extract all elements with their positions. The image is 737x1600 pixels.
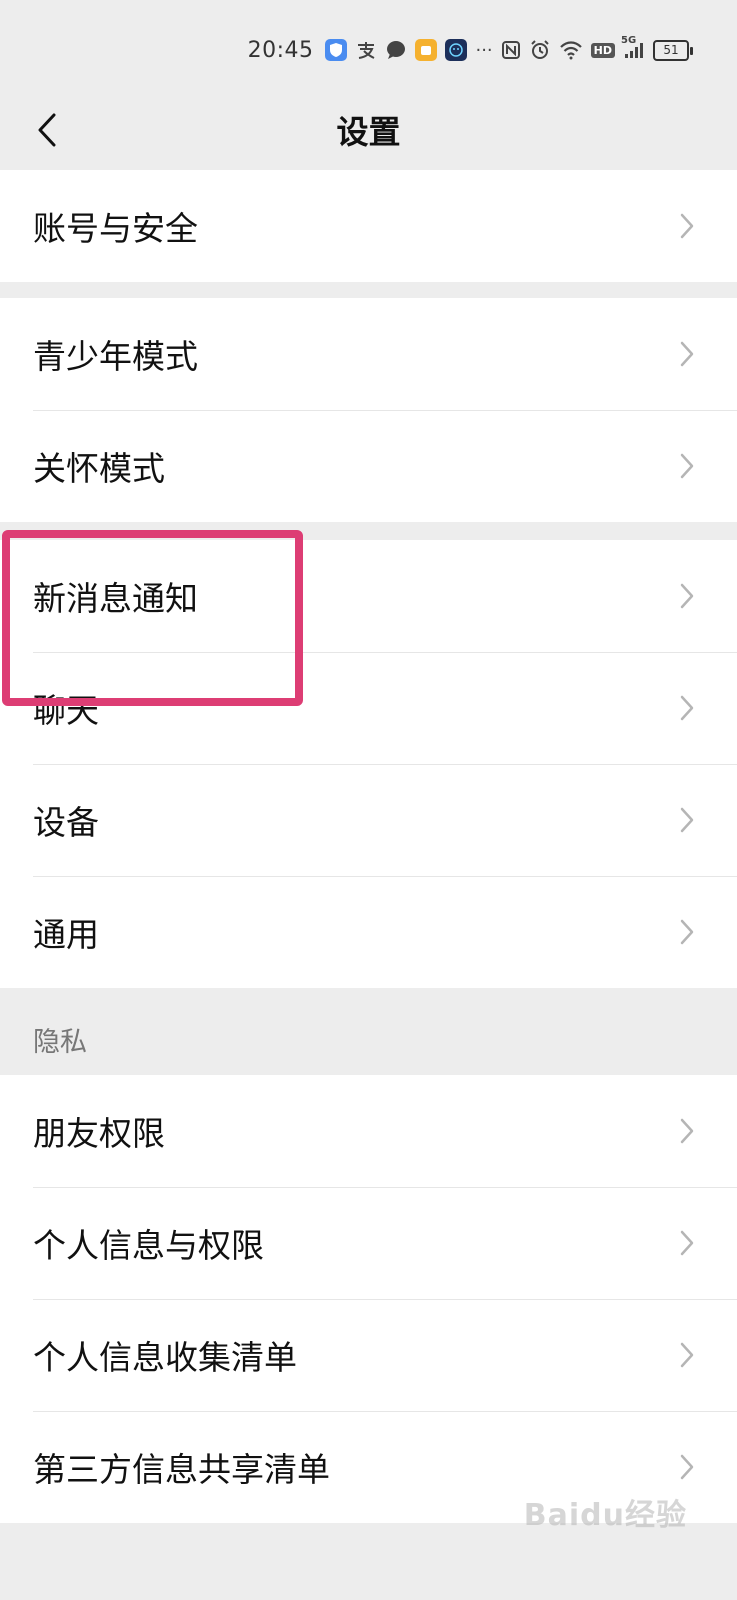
- alarm-icon: [529, 39, 551, 61]
- settings-item-chat[interactable]: 聊天: [0, 652, 737, 764]
- settings-item-label: 通用: [33, 915, 99, 954]
- settings-item-label: 个人信息收集清单: [33, 1338, 297, 1377]
- chevron-right-icon: [679, 693, 697, 723]
- wifi-icon: [559, 40, 583, 60]
- network-label: 5G: [621, 35, 637, 46]
- battery-indicator: 51: [653, 39, 693, 61]
- settings-item-general[interactable]: 通用: [0, 876, 737, 988]
- settings-group-privacy: 朋友权限 个人信息与权限 个人信息收集清单 第三方信息共享清单: [0, 1075, 737, 1523]
- chevron-right-icon: [679, 917, 697, 947]
- watermark: Baidu经验: [523, 1498, 687, 1533]
- section-header-privacy: 隐私: [33, 1027, 87, 1058]
- chevron-right-icon: [679, 805, 697, 835]
- nfc-icon: [501, 40, 521, 60]
- settings-item-new-message-notification[interactable]: 新消息通知: [0, 540, 737, 652]
- chevron-right-icon: [679, 1340, 697, 1370]
- nav-bar: 设置: [0, 90, 737, 170]
- chevron-right-icon: [679, 1452, 697, 1482]
- settings-item-label: 朋友权限: [33, 1114, 165, 1153]
- chevron-right-icon: [679, 1228, 697, 1258]
- settings-group-account: 账号与安全: [0, 170, 737, 282]
- settings-item-care-mode[interactable]: 关怀模式: [0, 410, 737, 522]
- chevron-right-icon: [679, 1116, 697, 1146]
- settings-item-label: 个人信息与权限: [33, 1226, 264, 1265]
- alipay-icon: [355, 39, 377, 61]
- settings-item-teen-mode[interactable]: 青少年模式: [0, 298, 737, 410]
- settings-item-personal-info-collection-list[interactable]: 个人信息收集清单: [0, 1299, 737, 1411]
- yellow-app-icon: [415, 39, 438, 61]
- status-time: 20:45: [247, 37, 314, 63]
- settings-item-label: 新消息通知: [33, 579, 198, 618]
- status-bar: 20:45 ··· HD 5G 51: [0, 0, 737, 100]
- settings-group-modes: 青少年模式 关怀模式: [0, 298, 737, 522]
- back-button[interactable]: [22, 100, 72, 160]
- chevron-right-icon: [679, 339, 697, 369]
- chevron-left-icon: [38, 113, 56, 147]
- settings-item-label: 青少年模式: [33, 337, 198, 376]
- settings-item-label: 设备: [33, 803, 99, 842]
- settings-item-label: 第三方信息共享清单: [33, 1450, 330, 1489]
- chevron-right-icon: [679, 211, 697, 241]
- signal-5g-icon: 5G: [621, 35, 645, 59]
- settings-group-general: 新消息通知 聊天 设备 通用: [0, 540, 737, 988]
- settings-item-label: 账号与安全: [33, 209, 198, 248]
- settings-item-label: 关怀模式: [33, 449, 165, 488]
- bot-app-icon: [445, 39, 468, 61]
- hd-icon: HD: [590, 42, 615, 58]
- shield-app-icon: [325, 39, 348, 61]
- chat-bubble-icon: [385, 39, 407, 61]
- chevron-right-icon: [679, 451, 697, 481]
- settings-item-account-security[interactable]: 账号与安全: [0, 170, 737, 282]
- settings-item-label: 聊天: [33, 691, 99, 730]
- more-dots-icon: ···: [475, 39, 493, 61]
- page-title: 设置: [336, 113, 401, 151]
- settings-item-devices[interactable]: 设备: [0, 764, 737, 876]
- hd-label: HD: [593, 43, 612, 57]
- chevron-right-icon: [679, 581, 697, 611]
- settings-item-friend-permissions[interactable]: 朋友权限: [0, 1075, 737, 1187]
- settings-item-personal-info-permissions[interactable]: 个人信息与权限: [0, 1187, 737, 1299]
